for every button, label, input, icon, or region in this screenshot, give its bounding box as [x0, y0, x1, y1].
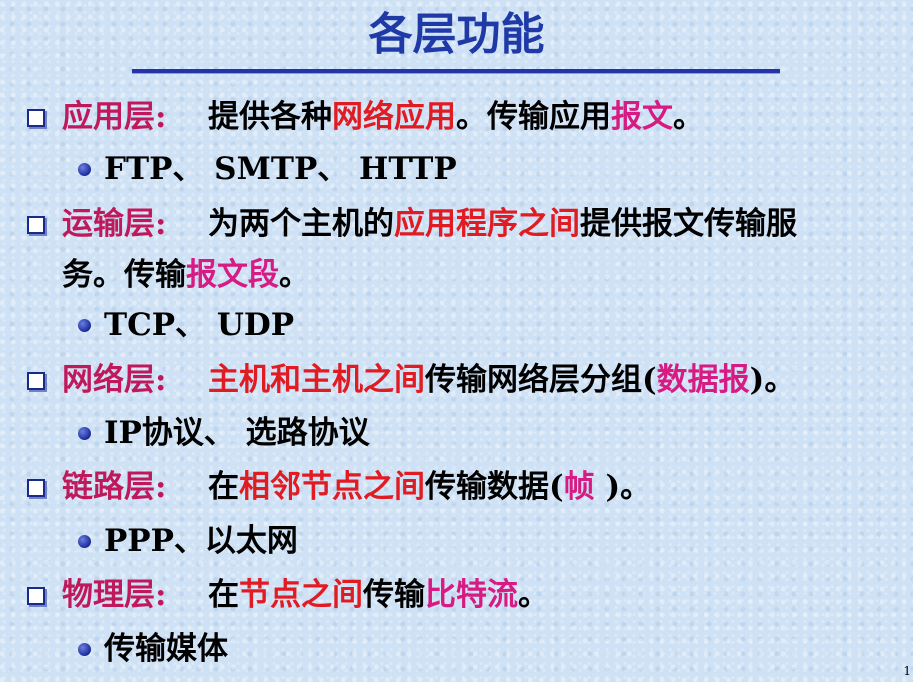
- desc-highlight-red: 主机和主机之间: [208, 362, 425, 398]
- desc-plain: 务。传输: [62, 257, 186, 293]
- desc-highlight-red: 节点之间: [239, 577, 363, 613]
- desc-highlight-red: 相邻节点之间: [239, 469, 425, 505]
- desc-plain: 传输网络层分组(: [425, 362, 657, 398]
- desc-plain: 提供报文传输服: [580, 206, 797, 242]
- layer-label: 网络层:: [62, 362, 167, 398]
- page-number: 1: [903, 664, 911, 678]
- desc-plain: 。: [279, 257, 310, 293]
- desc-plain: 提供各种: [208, 99, 332, 135]
- desc-plain: 。传输应用: [456, 99, 611, 135]
- sub-item-text: IP协议、 选路协议: [104, 415, 370, 451]
- desc-highlight-pink: 比特流: [425, 577, 518, 613]
- sub-item-text: TCP、 UDP: [104, 307, 295, 343]
- desc-plain: 为两个主机的: [208, 206, 394, 242]
- desc-plain: 。: [673, 99, 704, 135]
- layer-description: 为两个主机的应用程序之间提供报文传输服: [208, 199, 797, 249]
- sub-item-text: 传输媒体: [104, 631, 228, 667]
- desc-highlight-pink: 报文: [611, 99, 673, 135]
- square-bullet-icon: [27, 587, 45, 605]
- sub-item-text: FTP、 SMTP、 HTTP: [104, 151, 457, 187]
- square-bullet-icon: [27, 216, 45, 234]
- layer-label: 运输层:: [62, 206, 167, 242]
- square-bullet-icon: [27, 479, 45, 497]
- desc-plain: 。: [518, 577, 549, 613]
- circle-bullet-icon: [78, 319, 91, 332]
- desc-plain: 传输数据(: [425, 469, 564, 505]
- layer-description: 在节点之间传输比特流。: [208, 570, 549, 620]
- layer-description-continued: 务。传输报文段。: [62, 250, 310, 300]
- desc-highlight-red: 网络应用: [332, 99, 456, 135]
- layer-description: 在相邻节点之间传输数据(帧 )。: [208, 462, 651, 512]
- desc-plain: 传输: [363, 577, 425, 613]
- square-bullet-icon: [27, 109, 45, 127]
- sub-item-text: PPP、以太网: [104, 523, 298, 559]
- desc-highlight-pink: 帧: [563, 469, 595, 505]
- desc-plain: )。: [749, 362, 796, 398]
- circle-bullet-icon: [78, 643, 91, 656]
- desc-highlight-pink: 数据报: [656, 362, 750, 398]
- square-bullet-icon: [27, 372, 45, 390]
- circle-bullet-icon: [78, 163, 91, 176]
- desc-plain: )。: [594, 469, 652, 505]
- slide-title: 各层功能: [368, 9, 545, 60]
- layer-description: 主机和主机之间传输网络层分组(数据报)。: [208, 355, 795, 405]
- layer-label: 应用层:: [62, 99, 167, 135]
- layer-label: 链路层:: [62, 469, 167, 505]
- desc-highlight-red: 应用程序之间: [394, 206, 580, 242]
- title-underline: [132, 69, 780, 74]
- layer-label: 物理层:: [62, 577, 167, 613]
- circle-bullet-icon: [78, 535, 91, 548]
- circle-bullet-icon: [78, 427, 91, 440]
- desc-plain: 在: [208, 577, 239, 613]
- desc-plain: 在: [208, 469, 239, 505]
- desc-highlight-pink: 报文段: [186, 257, 279, 293]
- layer-description: 提供各种网络应用。传输应用报文。: [208, 92, 704, 142]
